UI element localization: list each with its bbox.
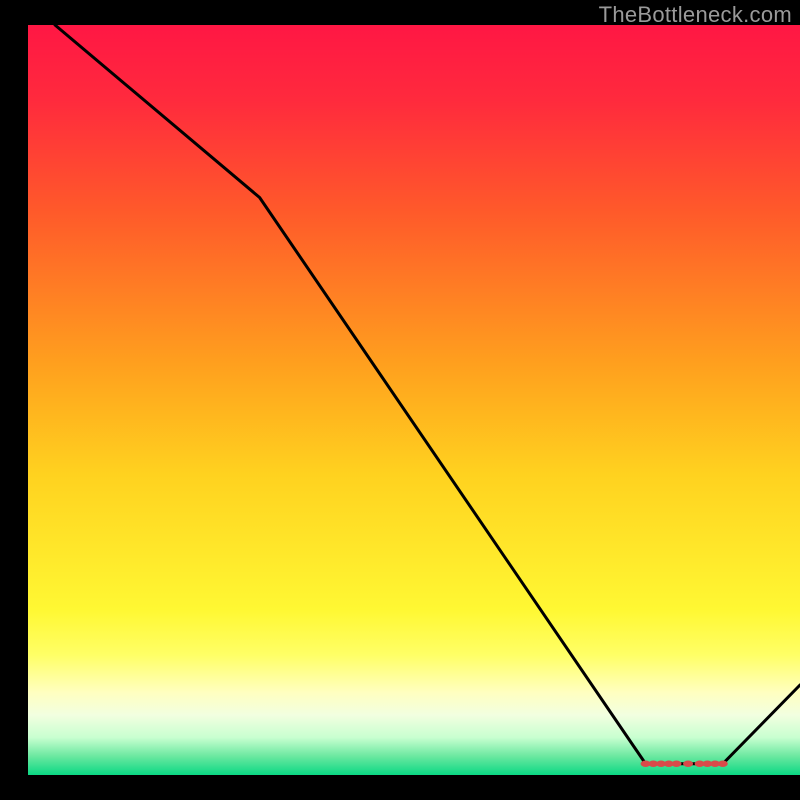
marker-dot [671, 761, 681, 767]
chart-background [28, 25, 800, 775]
marker-dot [683, 761, 693, 767]
marker-dot [718, 761, 728, 767]
chart-container: { "attribution": "TheBottleneck.com", "c… [0, 0, 800, 800]
chart-svg [0, 0, 800, 800]
